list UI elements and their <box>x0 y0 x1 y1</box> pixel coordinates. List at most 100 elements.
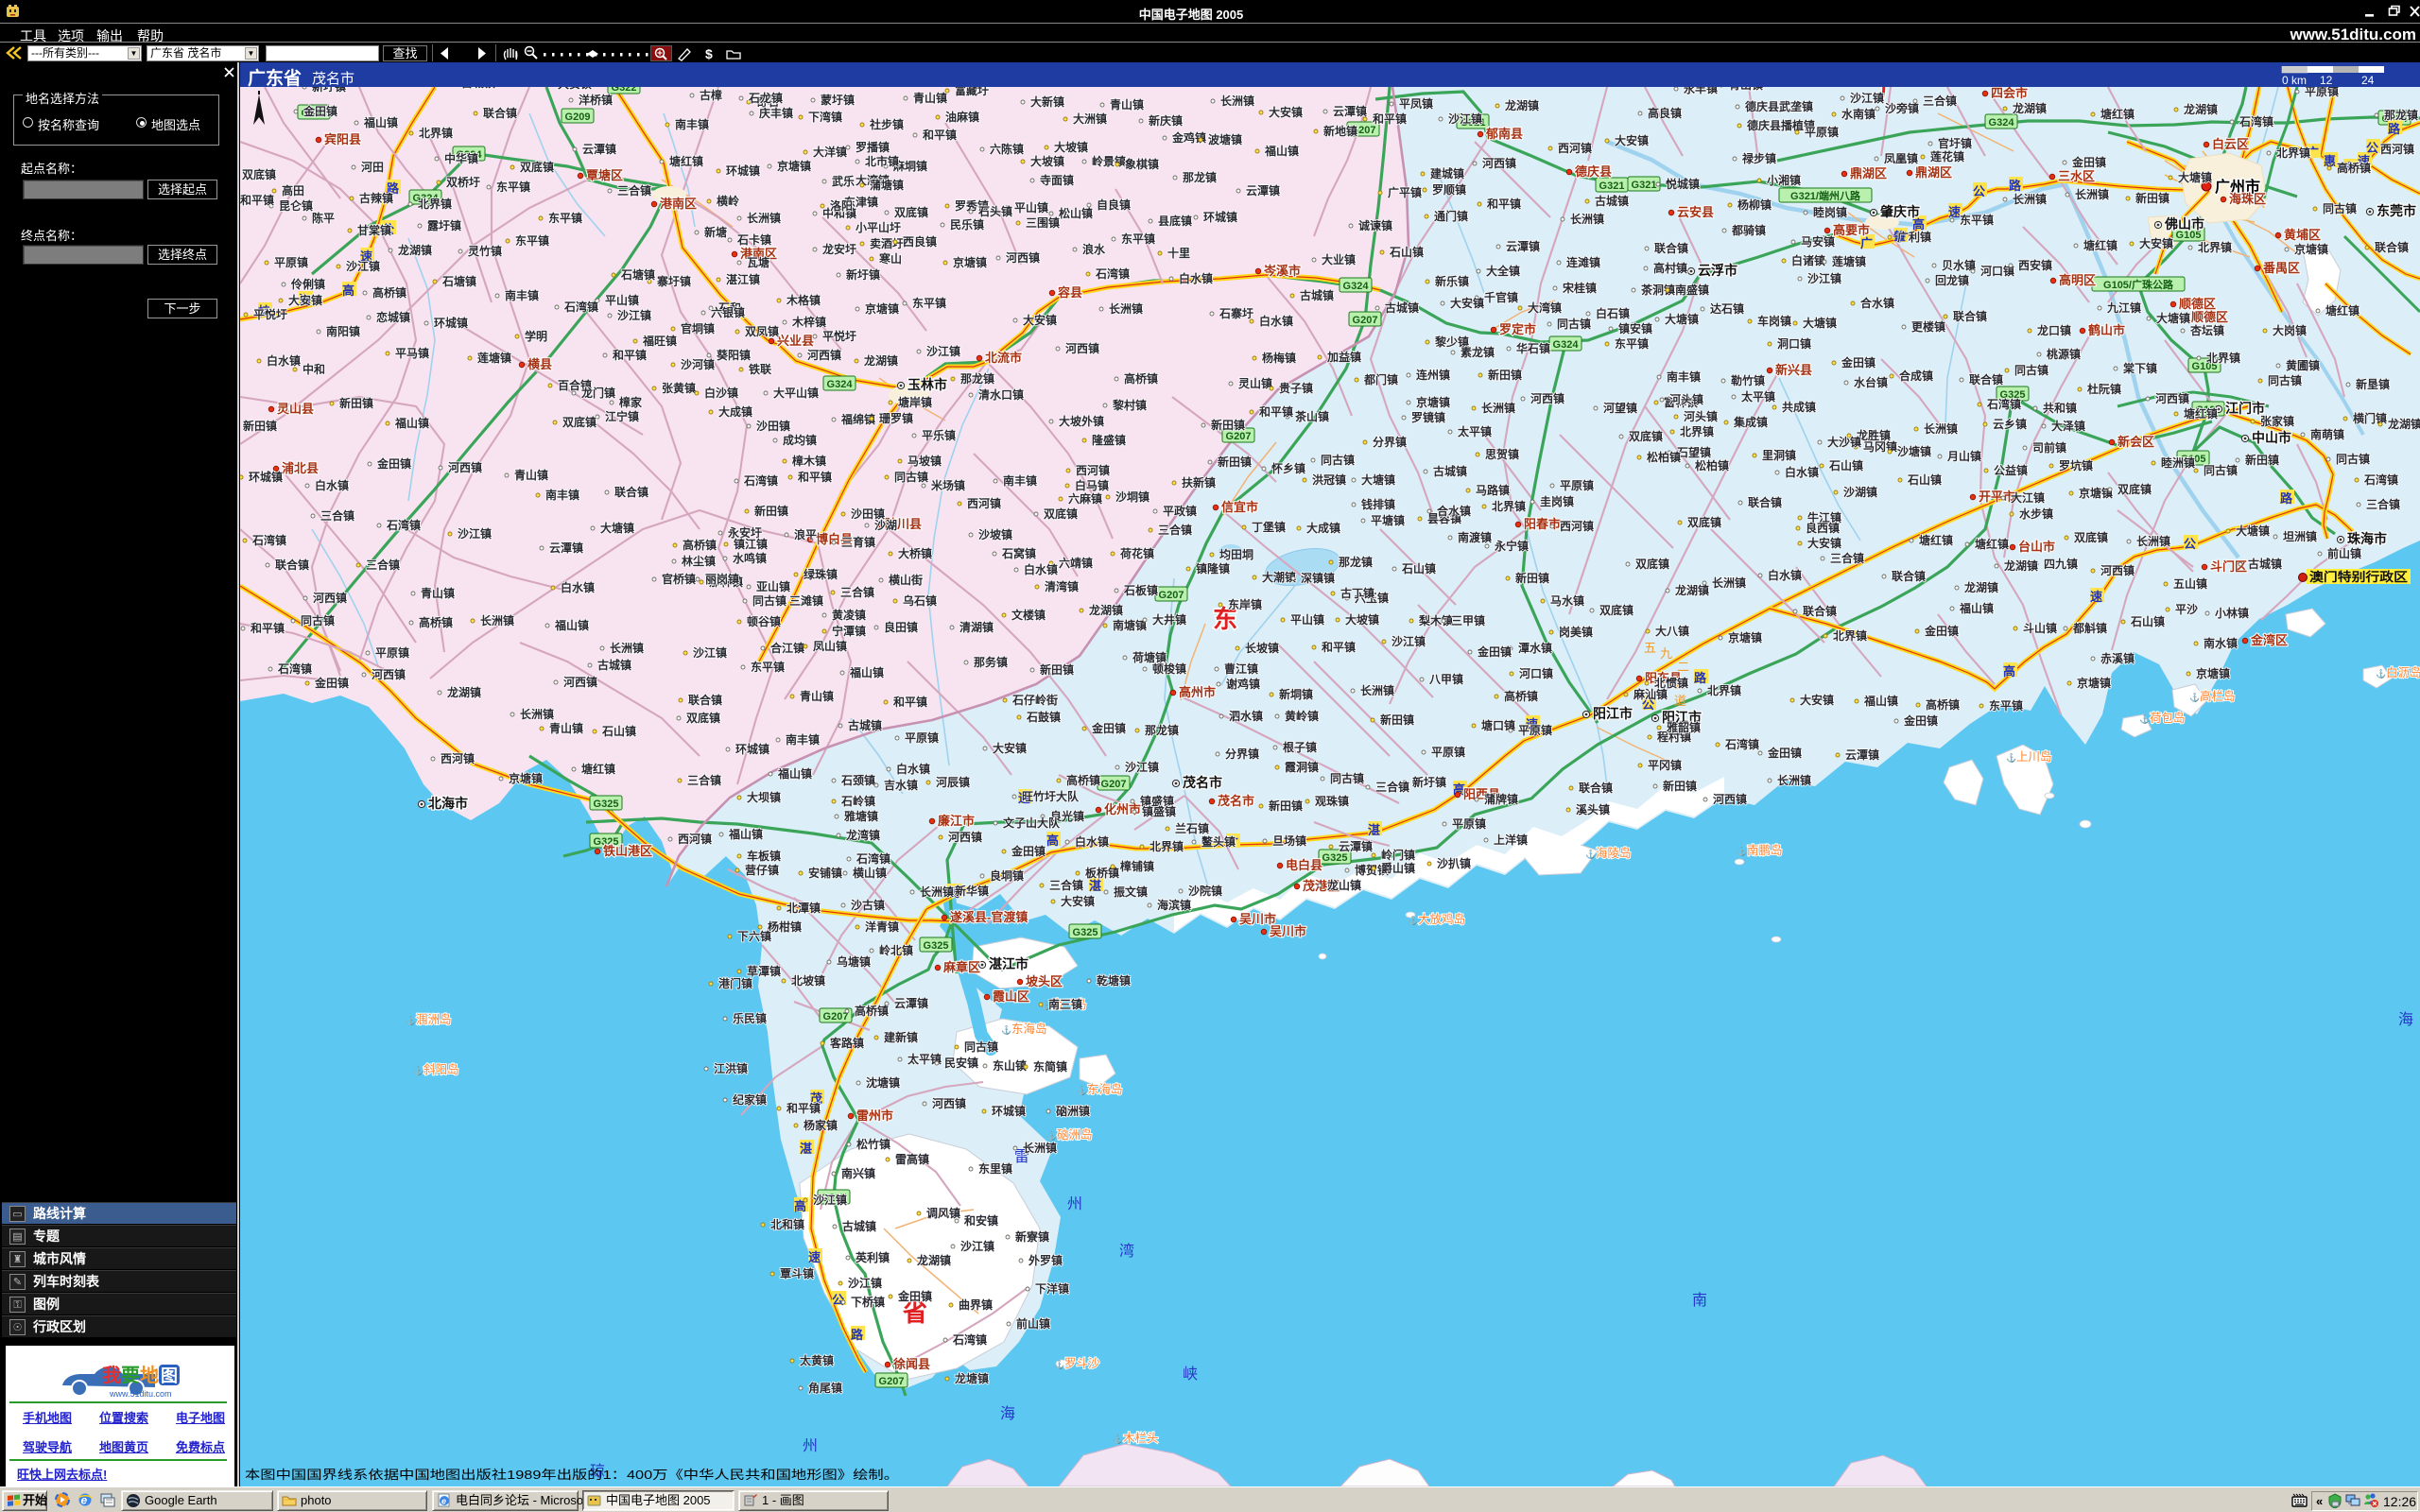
svg-text:千官镇: 千官镇 <box>1484 290 1518 304</box>
svg-text:河西镇: 河西镇 <box>371 667 406 681</box>
svg-text:松柏镇: 松柏镇 <box>1695 458 1729 472</box>
svg-text:福山镇: 福山镇 <box>1863 694 1898 708</box>
svg-text:南三镇: 南三镇 <box>1048 997 1082 1011</box>
svg-text:瓦塘: 瓦塘 <box>747 255 769 269</box>
svg-text:G207: G207 <box>879 1376 905 1387</box>
svg-text:沙扒镇: 沙扒镇 <box>1437 856 1471 870</box>
svg-text:灵竹镇: 灵竹镇 <box>468 244 502 258</box>
svg-text:白诸镇: 白诸镇 <box>1791 253 1825 267</box>
svg-text:番禺区: 番禺区 <box>2262 261 2300 275</box>
svg-text:金田镇: 金田镇 <box>1903 713 1938 728</box>
svg-text:雅韶镇: 雅韶镇 <box>1666 720 1701 734</box>
svg-text:南萌镇: 南萌镇 <box>2310 427 2344 441</box>
svg-text:东平镇: 东平镇 <box>751 660 785 674</box>
svg-text:新田镇: 新田镇 <box>2135 191 2169 205</box>
svg-text:沙江镇: 沙江镇 <box>693 645 727 660</box>
svg-text:和平镇: 和平镇 <box>1372 112 1407 126</box>
svg-text:泗水镇: 泗水镇 <box>1229 709 1263 723</box>
svg-text:沙湖: 沙湖 <box>874 518 897 532</box>
svg-text:石湾镇: 石湾镇 <box>1724 737 1759 751</box>
svg-text:古城镇: 古城镇 <box>1300 288 1334 302</box>
svg-text:湛: 湛 <box>1368 823 1380 837</box>
svg-text:青山镇: 青山镇 <box>549 721 583 735</box>
svg-text:联合镇: 联合镇 <box>1579 781 1613 795</box>
svg-text:浪平: 浪平 <box>794 527 817 541</box>
svg-text:路: 路 <box>851 1328 864 1342</box>
svg-text:东山镇: 东山镇 <box>993 1058 1027 1073</box>
svg-text:东平镇: 东平镇 <box>496 180 530 194</box>
svg-text:高田: 高田 <box>282 183 304 198</box>
svg-text:和平镇: 和平镇 <box>1258 404 1293 419</box>
svg-text:大塘镇: 大塘镇 <box>1665 312 1699 326</box>
svg-text:河西镇: 河西镇 <box>562 675 597 689</box>
svg-text:河西镇: 河西镇 <box>1064 341 1099 355</box>
svg-text:容县: 容县 <box>1057 285 1082 300</box>
svg-text:绿珠镇: 绿珠镇 <box>804 567 838 581</box>
svg-text:学明: 学明 <box>525 329 547 343</box>
svg-text:八甲镇: 八甲镇 <box>1428 672 1463 686</box>
svg-text:联合镇: 联合镇 <box>1748 495 1782 509</box>
svg-text:联合镇: 联合镇 <box>1803 604 1837 618</box>
svg-text:北界镇: 北界镇 <box>419 126 453 140</box>
svg-text:波塘镇: 波塘镇 <box>1208 132 1242 146</box>
svg-text:和平镇: 和平镇 <box>797 470 832 484</box>
svg-text:京塘镇: 京塘镇 <box>2196 666 2230 680</box>
svg-text:龙湖镇: 龙湖镇 <box>1505 98 1539 112</box>
svg-text:南丰镇: 南丰镇 <box>1003 473 1037 488</box>
svg-text:西良镇: 西良镇 <box>903 234 937 249</box>
svg-text:⚓: ⚓ <box>2006 752 2016 763</box>
svg-text:通门镇: 通门镇 <box>1434 209 1468 223</box>
svg-text:海珠区: 海珠区 <box>2229 192 2266 206</box>
svg-text:双底镇: 双底镇 <box>1599 603 1634 617</box>
svg-text:龙湖镇: 龙湖镇 <box>1089 603 1123 617</box>
svg-text:官桥镇: 官桥镇 <box>662 572 696 586</box>
svg-text:四九镇: 四九镇 <box>2044 557 2078 571</box>
svg-text:龙湖镇: 龙湖镇 <box>2184 102 2218 116</box>
svg-text:新田镇: 新田镇 <box>1040 662 1074 677</box>
svg-text:金田镇: 金田镇 <box>1477 644 1512 659</box>
svg-text:白水镇: 白水镇 <box>1259 314 1293 328</box>
svg-text:曹江镇: 曹江镇 <box>1224 662 1258 676</box>
svg-text:马安镇: 马安镇 <box>1801 234 1835 249</box>
svg-text:湛: 湛 <box>800 1142 812 1156</box>
svg-text:乾塘镇: 乾塘镇 <box>1097 973 1131 988</box>
svg-text:古城镇: 古城镇 <box>848 718 882 732</box>
svg-text:G209: G209 <box>565 112 591 123</box>
svg-text:大坝镇: 大坝镇 <box>747 790 781 804</box>
svg-text:蒙圩镇: 蒙圩镇 <box>821 93 855 107</box>
svg-text:塘红镇: 塘红镇 <box>1975 537 2009 551</box>
svg-text:G207: G207 <box>1101 779 1127 790</box>
svg-text:金田镇: 金田镇 <box>376 456 411 471</box>
svg-text:北界镇: 北界镇 <box>1707 683 1741 697</box>
svg-text:大坡外镇: 大坡外镇 <box>1059 414 1104 428</box>
svg-text:五: 五 <box>1644 641 1656 655</box>
svg-text:洋桥镇: 洋桥镇 <box>579 93 613 107</box>
svg-text:平山镇: 平山镇 <box>605 293 639 307</box>
svg-text:⚓: ⚓ <box>1408 915 1418 925</box>
svg-text:塘红镇: 塘红镇 <box>581 762 615 776</box>
svg-text:横山镇: 横山镇 <box>853 866 887 880</box>
svg-text:e: e <box>441 1497 446 1506</box>
svg-text:石湾镇: 石湾镇 <box>1986 397 2021 411</box>
svg-text:联合镇: 联合镇 <box>1969 372 2003 387</box>
svg-text:台山市: 台山市 <box>2018 540 2055 554</box>
svg-text:同古镇: 同古镇 <box>2336 452 2370 466</box>
svg-text:洋青镇: 洋青镇 <box>865 919 899 934</box>
svg-text:福山镇: 福山镇 <box>394 416 429 430</box>
svg-text:恋城镇: 恋城镇 <box>376 310 410 324</box>
svg-text:扶新镇: 扶新镇 <box>1182 475 1216 490</box>
svg-text:大江镇: 大江镇 <box>2011 490 2045 505</box>
svg-text:洛阳: 洛阳 <box>830 198 853 213</box>
svg-text:大塘镇: 大塘镇 <box>1361 472 1395 487</box>
svg-text:福山镇: 福山镇 <box>554 618 589 632</box>
svg-text:清湖镇: 清湖镇 <box>959 620 994 634</box>
svg-text:大安镇: 大安镇 <box>1269 105 1303 119</box>
svg-text:那务镇: 那务镇 <box>974 655 1008 669</box>
svg-text:同古镇: 同古镇 <box>964 1040 998 1054</box>
svg-text:三水区: 三水区 <box>2058 169 2095 183</box>
svg-text:河西镇: 河西镇 <box>931 1096 966 1110</box>
svg-text:平原镇: 平原镇 <box>1452 816 1486 831</box>
svg-text:京塘镇: 京塘镇 <box>1728 630 1762 644</box>
svg-text:鼎湖区: 鼎湖区 <box>1915 165 1952 180</box>
svg-text:丁堡镇: 丁堡镇 <box>1252 520 1286 534</box>
